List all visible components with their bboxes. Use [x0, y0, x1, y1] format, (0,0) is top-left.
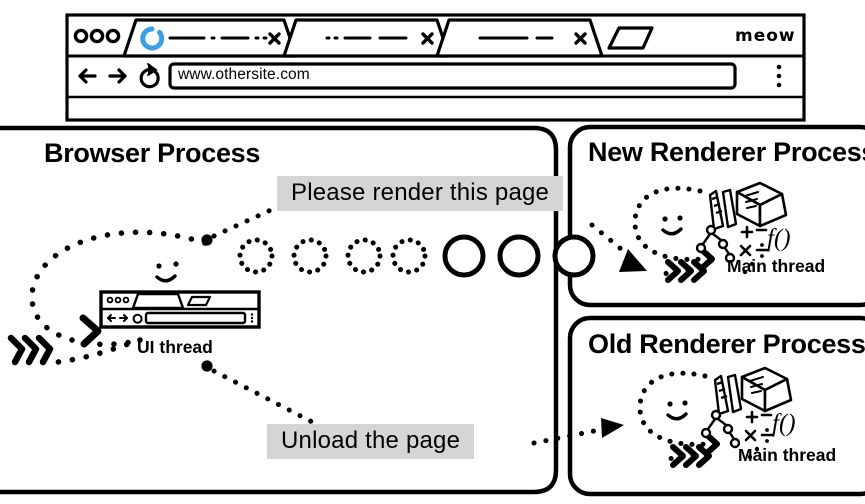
- unload-page-message: Unload the page: [267, 424, 475, 460]
- address-bar-url-text[interactable]: www.othersite.com: [178, 66, 310, 84]
- old-renderer-function-glyph: f(): [772, 410, 796, 437]
- tab-3[interactable]: [435, 18, 604, 58]
- browser-menu-icon[interactable]: [776, 64, 782, 88]
- render-page-message: Please render this page: [277, 176, 564, 212]
- browser-process-title: Browser Process: [44, 138, 261, 168]
- new-renderer-main-thread-label: Main thread: [727, 256, 826, 276]
- tab-1[interactable]: [122, 18, 298, 58]
- old-renderer-process-title: Old Renderer Process: [588, 329, 865, 359]
- tab-2[interactable]: [282, 18, 451, 58]
- browser-brand-label: meow: [735, 26, 796, 46]
- new-renderer-function-glyph: f(): [767, 225, 791, 252]
- ui-thread-label: UI thread: [137, 337, 213, 357]
- new-renderer-process-title: New Renderer Process: [588, 137, 865, 167]
- old-renderer-main-thread-label: Main thread: [738, 445, 837, 465]
- ui-thread-browser-icon: [99, 290, 261, 329]
- window-control-dots[interactable]: [73, 28, 121, 44]
- diagram-canvas: meow www.othersite.com Browser Process N…: [0, 0, 865, 504]
